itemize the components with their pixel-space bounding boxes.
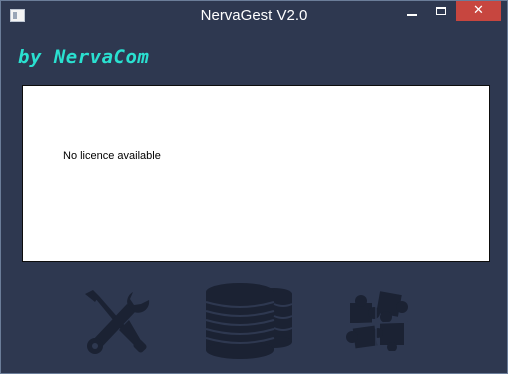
close-button[interactable]: ✕ <box>456 1 501 21</box>
app-window: NervaGest V2.0 ✕ by NervaCom No licence … <box>0 0 508 374</box>
title-bar[interactable]: NervaGest V2.0 ✕ <box>1 1 507 31</box>
tools-button[interactable] <box>83 290 151 356</box>
licence-status-text: No licence available <box>63 150 161 162</box>
plugins-button[interactable] <box>346 289 412 351</box>
maximize-button[interactable] <box>428 1 454 21</box>
brand-label: by NervaCom <box>18 46 150 68</box>
database-button[interactable] <box>204 282 296 360</box>
close-icon: ✕ <box>473 3 484 18</box>
tools-icon <box>85 290 150 354</box>
licence-panel: No licence available <box>22 85 490 262</box>
minimize-button[interactable] <box>399 1 425 21</box>
database-icon <box>205 283 293 359</box>
puzzle-icon <box>346 291 409 351</box>
